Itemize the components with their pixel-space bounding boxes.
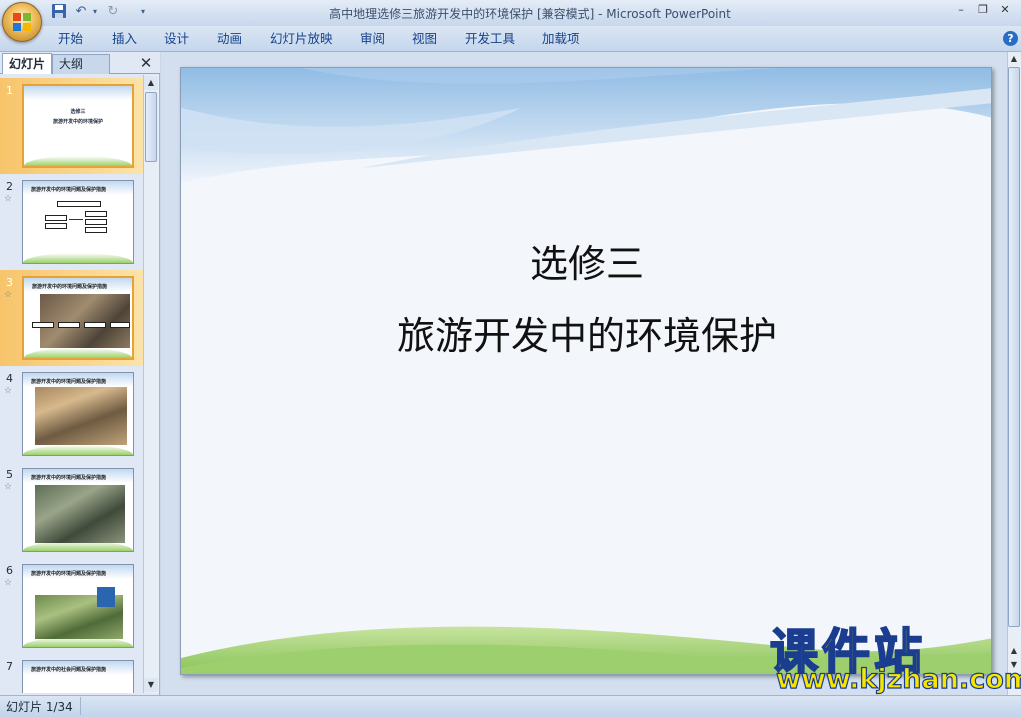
thumbnail-title: 旅游开发中的环境问题及保护措施 [31, 475, 107, 481]
minimize-button[interactable]: – [950, 2, 972, 18]
slide-background [181, 68, 991, 674]
thumbnail-title: 旅游开发中的社会问题及保护措施 [31, 667, 107, 673]
window-title: 高中地理选修三旅游开发中的环境保护 [兼容模式] - Microsoft Pow… [329, 7, 731, 21]
thumbnail-title: 选修三 [70, 109, 86, 115]
slide-number: 2 [6, 180, 13, 193]
tab-slides[interactable]: 幻灯片 [2, 53, 52, 74]
slide-number: 6 [6, 564, 13, 577]
slide-number: 5 [6, 468, 13, 481]
thumbnail-subtitle: 旅游开发中的环境保护 [52, 119, 103, 125]
thumbnail-preview: 旅游开发中的环境问题及保护措施 [22, 372, 134, 456]
watermark-url: www.kjzhan.com [775, 663, 1021, 695]
thumbnail-title: 旅游开发中的环境问题及保护措施 [31, 571, 107, 577]
slide-number: 4 [6, 372, 13, 385]
slide-counter: 幻灯片 1/34 [6, 700, 73, 714]
thumbnail-photo [35, 485, 125, 543]
restore-button[interactable]: ❐ [972, 2, 994, 18]
tab-home[interactable]: 开始 [58, 30, 83, 48]
office-logo-icon [13, 13, 31, 31]
thumbnail-preview: 旅游开发中的环境问题及保护措施 [22, 276, 134, 360]
thumbnail-preview: 旅游开发中的社会问题及保护措施 [22, 660, 134, 693]
status-divider [80, 697, 81, 715]
previous-slide-icon[interactable]: ▲ [1008, 645, 1020, 657]
tab-design[interactable]: 设计 [164, 30, 189, 48]
slide-thumbnail-2[interactable]: 2 ☆ 旅游开发中的环境问题及保护措施 [0, 174, 143, 270]
thumbnail-title: 旅游开发中的环境问题及保护措施 [31, 187, 107, 193]
tab-addins[interactable]: 加载项 [542, 30, 580, 48]
redo-icon[interactable]: ↻ [104, 3, 122, 21]
close-button[interactable]: ✕ [994, 2, 1016, 18]
tab-slide-show[interactable]: 幻灯片放映 [270, 30, 333, 48]
slide-number: 7 [6, 660, 13, 673]
thumbnail-photo [40, 294, 130, 348]
slide-thumbnail-7[interactable]: 7 旅游开发中的社会问题及保护措施 [0, 654, 143, 693]
help-icon[interactable]: ? [1003, 31, 1018, 46]
pane-scroll-thumb[interactable] [145, 92, 157, 162]
slide-number: 1 [6, 84, 13, 97]
tab-developer[interactable]: 开发工具 [465, 30, 515, 48]
thumbnail-preview: 旅游开发中的环境问题及保护措施 [22, 180, 134, 264]
thumbnail-preview: 旅游开发中的环境问题及保护措施 [22, 564, 134, 648]
thumbnail-title: 旅游开发中的环境问题及保护措施 [32, 284, 108, 290]
customize-toolbar-icon[interactable]: ▾ [134, 3, 152, 21]
animation-icon: ☆ [4, 578, 13, 588]
animation-icon: ☆ [4, 194, 13, 204]
slide-thumbnail-1[interactable]: 1 选修三 旅游开发中的环境保护 [0, 78, 143, 174]
pane-scrollbar[interactable] [143, 75, 159, 693]
animation-icon: ☆ [4, 482, 13, 492]
slide-thumbnail-5[interactable]: 5 ☆ 旅游开发中的环境问题及保护措施 [0, 462, 143, 558]
editor-scroll-thumb[interactable] [1008, 67, 1020, 627]
slide-thumbnail-6[interactable]: 6 ☆ 旅游开发中的环境问题及保护措施 [0, 558, 143, 654]
scroll-down-icon[interactable]: ▼ [144, 678, 158, 692]
scroll-up-icon[interactable]: ▲ [144, 76, 158, 90]
current-slide[interactable]: 选修三 旅游开发中的环境保护 [180, 67, 992, 675]
pane-close-icon[interactable]: ✕ [138, 55, 154, 71]
slide-title[interactable]: 选修三 [181, 233, 991, 288]
slide-number: 3 [6, 276, 13, 289]
thumbnail-list: 1 选修三 旅游开发中的环境保护 2 ☆ 旅游开发中的环境问题及保护措施 3 ☆… [0, 75, 143, 693]
tab-outline[interactable]: 大纲 [52, 54, 110, 74]
thumbnail-photo [35, 387, 127, 445]
thumbnail-preview: 旅游开发中的环境问题及保护措施 [22, 468, 134, 552]
tab-review[interactable]: 审阅 [360, 30, 385, 48]
office-button[interactable] [2, 2, 42, 42]
thumbnail-preview: 选修三 旅游开发中的环境保护 [22, 84, 134, 168]
tab-insert[interactable]: 插入 [112, 30, 137, 48]
slide-subtitle[interactable]: 旅游开发中的环境保护 [181, 305, 991, 360]
undo-dropdown-icon[interactable]: ▾ [86, 3, 104, 21]
save-icon[interactable] [50, 3, 68, 21]
animation-icon: ☆ [4, 386, 13, 396]
slide-thumbnail-3[interactable]: 3 ☆ 旅游开发中的环境问题及保护措施 [0, 270, 143, 366]
slide-thumbnail-4[interactable]: 4 ☆ 旅游开发中的环境问题及保护措施 [0, 366, 143, 462]
thumbnail-title: 旅游开发中的环境问题及保护措施 [31, 379, 107, 385]
animation-icon: ☆ [4, 290, 13, 300]
scroll-up-icon[interactable]: ▲ [1008, 53, 1020, 65]
tab-animations[interactable]: 动画 [217, 30, 242, 48]
status-bar [0, 695, 1021, 717]
tab-view[interactable]: 视图 [412, 30, 437, 48]
